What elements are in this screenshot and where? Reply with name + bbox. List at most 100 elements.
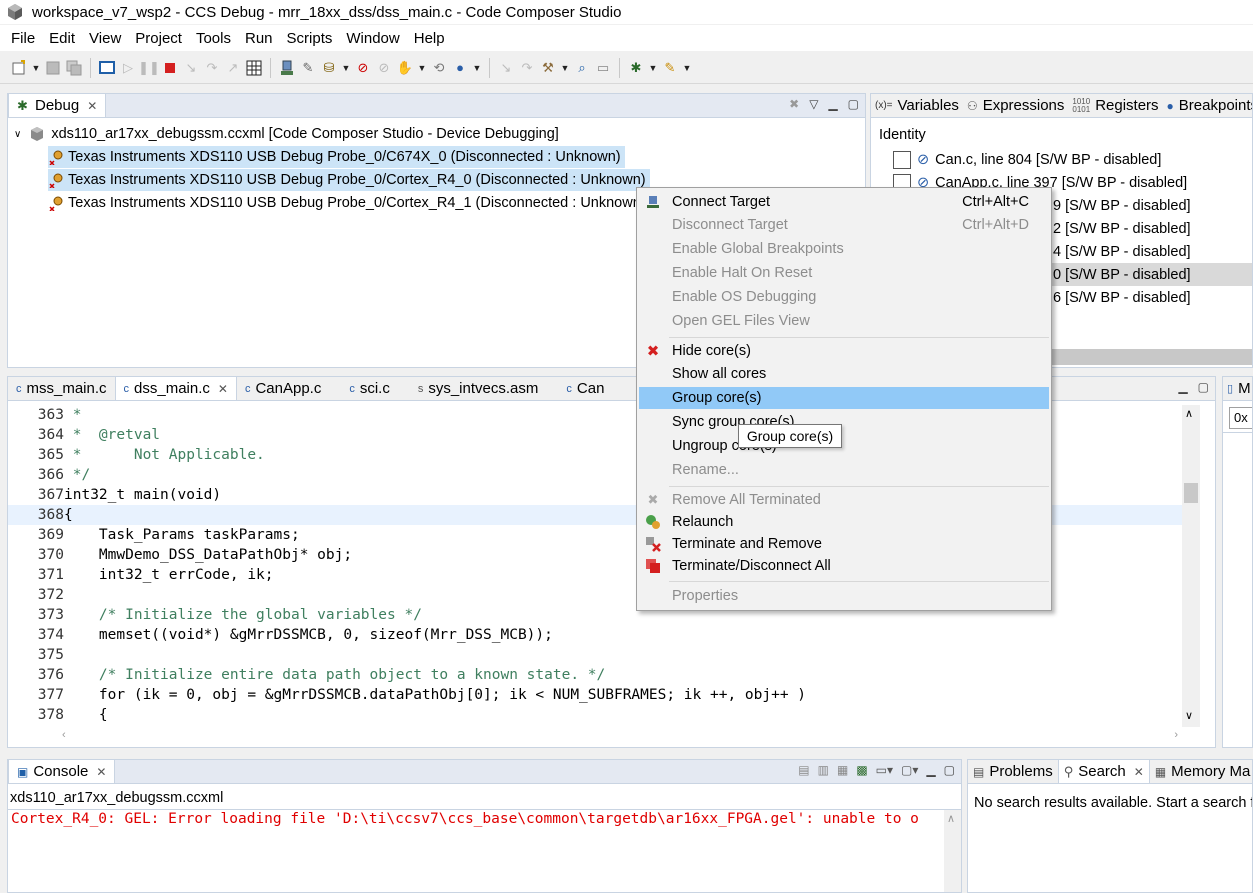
menu-item-open-gel-files[interactable]: Open GEL Files View — [639, 310, 1049, 332]
scroll-up-icon[interactable]: ∧ — [947, 812, 955, 825]
menu-item-terminate-and-remove[interactable]: Terminate and Remove — [639, 533, 1049, 555]
menu-file[interactable]: File — [4, 30, 42, 47]
step-return-icon[interactable]: ↗ — [224, 59, 242, 77]
search-icon[interactable]: ⌕ — [573, 59, 591, 77]
core-row[interactable]: Texas Instruments XDS110 USB Debug Probe… — [48, 192, 638, 214]
tab-memory[interactable]: ▯ M — [1223, 377, 1252, 400]
menu-project[interactable]: Project — [128, 30, 189, 47]
debug-bug-icon[interactable]: ✱ — [627, 59, 645, 77]
scroll-up-icon[interactable]: ∧ — [1185, 407, 1193, 420]
menu-item-group-cores[interactable]: Group core(s) — [639, 387, 1049, 409]
tab-sys-intvecs[interactable]: s sys_intvecs.asm — [410, 377, 547, 400]
build-dropdown-icon[interactable]: ▼ — [560, 63, 570, 73]
menu-item-ungroup-cores[interactable]: Ungroup core(s) — [639, 435, 1049, 457]
menu-view[interactable]: View — [82, 30, 128, 47]
reset-dropdown-icon[interactable]: ▼ — [472, 63, 482, 73]
close-icon[interactable]: ✕ — [96, 765, 106, 779]
step-over-icon[interactable]: ↷ — [203, 59, 221, 77]
menu-help[interactable]: Help — [407, 30, 452, 47]
load-dropdown-icon[interactable]: ▼ — [341, 63, 351, 73]
skip-breakpoints-icon[interactable]: ⊘ — [375, 59, 393, 77]
scroll-down-icon[interactable]: ∨ — [1185, 709, 1193, 722]
menu-item-enable-global-breakpoints[interactable]: Enable Global Breakpoints — [639, 238, 1049, 260]
minimize-icon[interactable]: ▁ — [1178, 380, 1187, 394]
close-icon[interactable]: ✕ — [218, 382, 228, 396]
breakpoint-row[interactable]: 4 [S/W BP - disabled] — [1053, 240, 1252, 263]
tab-mss-main[interactable]: c mss_main.c — [8, 377, 115, 400]
breakpoint-row[interactable]: ⊘ Can.c, line 804 [S/W BP - disabled] — [871, 148, 1251, 171]
breakpoint-checkbox[interactable] — [893, 150, 911, 169]
breakpoint-row[interactable]: 9 [S/W BP - disabled] — [1053, 194, 1252, 217]
asm-step-over-icon[interactable]: ↷ — [518, 59, 536, 77]
menu-tools[interactable]: Tools — [189, 30, 238, 47]
tab-dss-main[interactable]: c dss_main.c ✕ — [114, 377, 237, 400]
hand-dropdown-icon[interactable]: ▼ — [417, 63, 427, 73]
clear-console-icon[interactable]: ▤ — [798, 763, 809, 777]
run-tools-icon[interactable]: ✎ — [661, 59, 679, 77]
save-all-icon[interactable] — [65, 59, 83, 77]
tab-breakpoints[interactable]: ● Breakpoints — [1163, 94, 1252, 117]
maximize-icon[interactable]: ▢ — [944, 763, 955, 777]
new-icon[interactable] — [10, 59, 28, 77]
tab-can[interactable]: c Can — [558, 377, 612, 400]
menu-item-properties[interactable]: Properties — [639, 585, 1049, 607]
debug-dropdown-icon[interactable]: ▼ — [648, 63, 658, 73]
display-console-icon[interactable]: ▭▾ — [876, 763, 893, 777]
restart-icon[interactable]: ⟲ — [430, 59, 448, 77]
suspend-icon[interactable]: ❚❚ — [138, 59, 160, 77]
core-row[interactable]: Texas Instruments XDS110 USB Debug Probe… — [48, 146, 625, 168]
open-console-icon[interactable]: ▢▾ — [901, 763, 918, 777]
load-program-icon[interactable]: ⛁ — [320, 59, 338, 77]
tools-dropdown-icon[interactable]: ▼ — [682, 63, 692, 73]
tab-registers[interactable]: 1010 0101 Registers — [1068, 94, 1162, 117]
tab-expressions[interactable]: ⚇ Expressions — [963, 94, 1068, 117]
collapse-arrow-icon[interactable]: ∨ — [14, 129, 21, 140]
menu-item-hide-cores[interactable]: ✖ Hide core(s) — [639, 340, 1049, 362]
tree-root[interactable]: ∨ xds110_ar17xx_debugssm.ccxml [Code Com… — [14, 123, 559, 145]
menu-run[interactable]: Run — [238, 30, 280, 47]
horizontal-scrollbar[interactable]: ‹ › — [58, 729, 1182, 745]
debug-perspective-icon[interactable] — [98, 59, 116, 77]
reset-cpu-icon[interactable]: ● — [451, 59, 469, 77]
vertical-scrollbar[interactable]: ∧ ∨ — [1182, 405, 1200, 727]
resume-icon[interactable]: ▷ — [119, 59, 137, 77]
tab-search[interactable]: ⚲ Search ✕ — [1057, 760, 1150, 783]
minimize-icon[interactable]: ▁ — [926, 763, 935, 777]
close-icon[interactable]: ✕ — [87, 99, 97, 113]
terminate-icon[interactable] — [161, 59, 179, 77]
menu-item-enable-halt-on-reset[interactable]: Enable Halt On Reset — [639, 262, 1049, 284]
terminal-icon[interactable]: ▭ — [594, 59, 612, 77]
menu-edit[interactable]: Edit — [42, 30, 82, 47]
new-dropdown-icon[interactable]: ▼ — [31, 63, 41, 73]
scroll-left-icon[interactable]: ‹ — [62, 729, 66, 741]
scroll-thumb[interactable] — [1184, 483, 1198, 503]
menu-item-remove-all-terminated[interactable]: ✖ Remove All Terminated — [639, 489, 1049, 511]
menu-item-disconnect-target[interactable]: Disconnect Target Ctrl+Alt+D — [639, 214, 1049, 236]
minimize-icon[interactable]: ▁ — [828, 97, 837, 111]
breakpoint-row[interactable]: 6 [S/W BP - disabled] — [1053, 286, 1252, 309]
menu-item-show-all-cores[interactable]: Show all cores — [639, 363, 1049, 385]
tab-debug[interactable]: ✱ Debug ✕ — [8, 94, 107, 117]
hand-icon[interactable]: ✋ — [396, 59, 414, 77]
core-row[interactable]: Texas Instruments XDS110 USB Debug Probe… — [48, 169, 650, 191]
remove-terminated-view-icon[interactable]: ✖ — [789, 97, 799, 111]
address-input[interactable]: 0x — [1229, 407, 1252, 429]
maximize-icon[interactable]: ▢ — [848, 97, 859, 111]
tab-problems[interactable]: ▤ Problems — [968, 760, 1058, 783]
menu-item-rename[interactable]: Rename... — [639, 459, 1049, 481]
scroll-right-icon[interactable]: › — [1174, 729, 1178, 741]
asm-step-into-icon[interactable]: ↘ — [497, 59, 515, 77]
save-icon[interactable] — [44, 59, 62, 77]
grid-icon[interactable] — [245, 59, 263, 77]
word-wrap-icon[interactable]: ▦ — [837, 763, 848, 777]
console-scrollbar[interactable]: ∧ — [944, 810, 961, 892]
view-menu-icon[interactable]: ▽ — [809, 97, 818, 111]
build-hammer-icon[interactable]: ⚒ — [539, 59, 557, 77]
menu-item-relaunch[interactable]: Relaunch — [639, 511, 1049, 533]
menu-item-sync-group-cores[interactable]: Sync group core(s) — [639, 411, 1049, 433]
menu-item-connect-target[interactable]: Connect Target Ctrl+Alt+C — [639, 191, 1049, 213]
tab-memory-map[interactable]: ▦ Memory Ma — [1150, 760, 1252, 783]
breakpoint-row[interactable]: 2 [S/W BP - disabled] — [1053, 217, 1252, 240]
probe-icon[interactable]: ✎ — [299, 59, 317, 77]
tab-variables[interactable]: (x)= Variables — [871, 94, 963, 117]
